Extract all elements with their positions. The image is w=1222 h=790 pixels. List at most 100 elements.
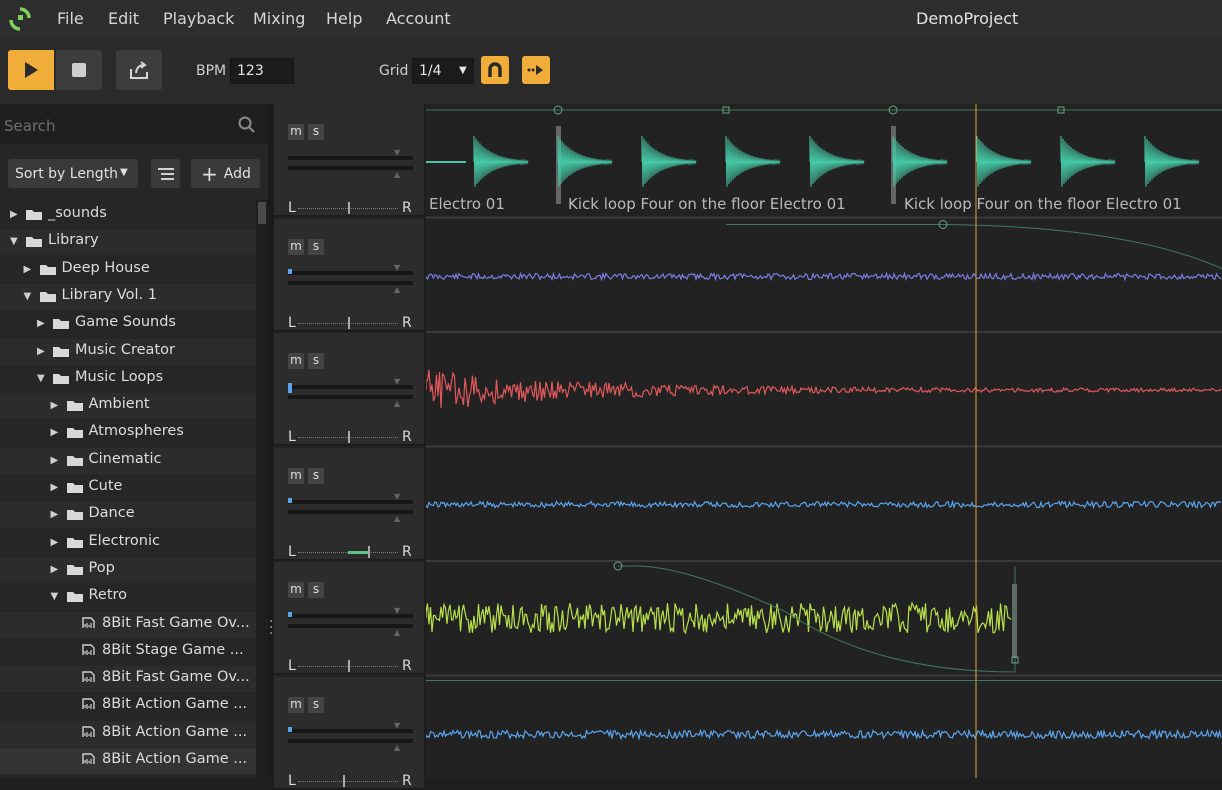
slider-handle-icon[interactable]: ▲ — [394, 743, 400, 752]
stop-button[interactable] — [56, 50, 102, 90]
pan-left-label: L — [288, 543, 296, 560]
slider-handle-icon[interactable]: ▲ — [394, 514, 400, 523]
tree-item[interactable]: ▶ Atmospheres — [0, 420, 256, 446]
solo-button[interactable]: s — [308, 467, 324, 484]
tree-item[interactable]: ▶ Electronic — [0, 530, 256, 556]
search-input[interactable] — [2, 114, 226, 138]
folder-icon — [66, 564, 83, 575]
mute-button[interactable]: m — [288, 124, 304, 140]
pan-knob[interactable] — [348, 660, 350, 672]
sidebar-scrollbar-thumb[interactable] — [258, 202, 266, 224]
slider-handle-icon[interactable]: ▼ — [394, 492, 400, 501]
tree-item[interactable]: ▼ Retro — [0, 584, 256, 610]
tree-item[interactable]: ▶ Pop — [0, 556, 256, 583]
slider-handle-icon[interactable]: ▲ — [394, 285, 400, 294]
slider-handle-icon[interactable]: ▼ — [394, 721, 400, 730]
caret-down-icon[interactable]: ▼ — [51, 584, 59, 610]
menu-mixing[interactable]: Mixing — [253, 9, 305, 28]
caret-right-icon[interactable]: ▶ — [51, 448, 59, 474]
solo-button[interactable]: s — [308, 353, 324, 369]
caret-right-icon[interactable]: ▶ — [51, 557, 59, 583]
pan-control[interactable]: LR — [288, 658, 418, 674]
caret-down-icon[interactable]: ▼ — [24, 284, 32, 310]
pan-control[interactable]: LR — [288, 544, 418, 560]
tree-item[interactable]: ▶ Ambient — [0, 393, 256, 420]
slider-handle-icon[interactable]: ▲ — [394, 399, 400, 408]
solo-button[interactable]: s — [308, 238, 324, 255]
list-view-button[interactable] — [151, 159, 180, 188]
caret-down-icon[interactable]: ▼ — [10, 229, 18, 255]
pan-knob[interactable] — [348, 431, 350, 443]
tree-item[interactable]: ▼ Music Loops — [0, 366, 256, 392]
slider-handle-icon[interactable]: ▼ — [394, 606, 400, 615]
snap-magnet-button[interactable] — [481, 56, 509, 84]
mute-button[interactable]: m — [288, 696, 304, 713]
mute-button[interactable]: m — [288, 582, 304, 598]
pan-knob[interactable] — [348, 316, 350, 329]
pan-knob[interactable] — [348, 202, 350, 214]
tree-item[interactable]: ▶ Music Creator — [0, 338, 256, 365]
mute-button[interactable]: m — [288, 238, 304, 255]
timeline[interactable]: Electro 01 Kick loop Four on the floor El… — [426, 104, 1222, 778]
tree-item[interactable]: 8Bit Action Game ... — [0, 720, 256, 747]
caret-down-icon[interactable]: ▼ — [37, 366, 45, 392]
play-button[interactable] — [8, 50, 54, 90]
mute-button[interactable]: m — [288, 353, 304, 369]
follow-playhead-button[interactable] — [522, 56, 550, 84]
menu-account[interactable]: Account — [386, 9, 451, 28]
export-button[interactable] — [116, 50, 162, 90]
pan-knob[interactable] — [368, 545, 370, 558]
slider-handle-icon[interactable]: ▼ — [394, 148, 400, 157]
search-icon[interactable] — [238, 116, 256, 134]
caret-right-icon[interactable]: ▶ — [37, 311, 45, 337]
caret-right-icon[interactable]: ▶ — [24, 257, 32, 283]
pan-control[interactable]: LR — [288, 200, 418, 216]
menu-edit[interactable]: Edit — [108, 9, 139, 28]
sidebar-scrollbar[interactable] — [256, 200, 268, 778]
tree-item[interactable]: ▼ Library — [0, 229, 256, 256]
tree-item[interactable]: ▶ Game Sounds — [0, 311, 256, 337]
pan-control[interactable]: LR — [288, 773, 418, 789]
tree-item[interactable]: 8Bit Fast Game Ov... — [0, 666, 256, 693]
tree-item[interactable]: ▶ _sounds — [0, 202, 256, 228]
solo-button[interactable]: s — [308, 582, 324, 598]
folder-icon — [66, 428, 83, 439]
tree-item[interactable]: ▶ Cinematic — [0, 447, 256, 474]
slider-handle-icon[interactable]: ▼ — [394, 263, 400, 272]
pan-control[interactable]: LR — [288, 429, 418, 445]
tree-item[interactable]: 8Bit Action Game ... — [0, 693, 256, 719]
waveform — [892, 135, 948, 187]
slider-handle-icon[interactable]: ▲ — [394, 170, 400, 179]
menu-help[interactable]: Help — [326, 9, 362, 28]
pan-control[interactable]: LR — [288, 315, 418, 331]
solo-button[interactable]: s — [308, 124, 324, 140]
tree-item[interactable]: ▶ Cute — [0, 475, 256, 501]
tree-item[interactable]: 8Bit Stage Game ... — [0, 639, 256, 665]
slider-handle-icon[interactable]: ▲ — [394, 628, 400, 637]
waveform — [557, 135, 613, 187]
caret-right-icon[interactable]: ▶ — [51, 475, 59, 501]
menu-playback[interactable]: Playback — [163, 9, 234, 28]
grid-select[interactable]: 1/4 ▼ — [412, 58, 474, 84]
tree-item[interactable]: ▼ Library Vol. 1 — [0, 283, 256, 310]
solo-button[interactable]: s — [308, 696, 324, 713]
caret-right-icon[interactable]: ▶ — [10, 202, 18, 228]
pan-knob[interactable] — [343, 774, 345, 787]
caret-right-icon[interactable]: ▶ — [51, 393, 59, 419]
mute-button[interactable]: m — [288, 467, 304, 484]
tree-item[interactable]: 8Bit Fast Game Ov... — [0, 611, 256, 638]
caret-right-icon[interactable]: ▶ — [37, 339, 45, 365]
caret-right-icon[interactable]: ▶ — [51, 420, 59, 446]
slider-handle-icon[interactable]: ▼ — [394, 377, 400, 386]
add-button-label: Add — [223, 165, 251, 182]
caret-right-icon[interactable]: ▶ — [51, 530, 59, 556]
menu-file[interactable]: File — [57, 9, 84, 28]
caret-right-icon[interactable]: ▶ — [51, 502, 59, 528]
tree-item[interactable]: 8Bit Action Game ... — [0, 748, 256, 774]
sort-select[interactable]: Sort by Length ▼ — [8, 159, 138, 188]
add-button[interactable]: + Add — [191, 159, 260, 188]
tree-item[interactable]: ▶ Dance — [0, 502, 256, 529]
waveform — [426, 271, 1222, 282]
tree-item[interactable]: ▶ Deep House — [0, 257, 256, 283]
bpm-input[interactable]: 123 — [230, 58, 294, 84]
